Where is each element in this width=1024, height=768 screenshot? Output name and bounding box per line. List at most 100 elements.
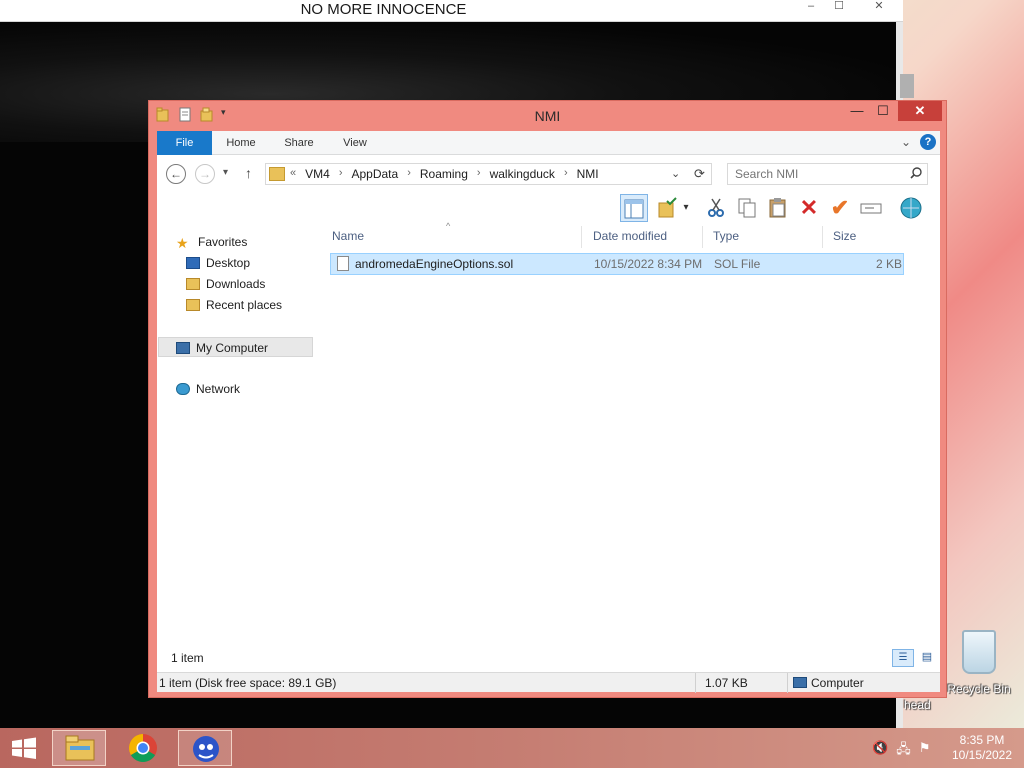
volume-muted-icon[interactable]: 🔇: [872, 740, 888, 762]
checkmark-icon[interactable]: ✔: [826, 194, 854, 222]
window-title: NMI: [534, 108, 561, 124]
sidebar-item-desktop[interactable]: Desktop: [186, 253, 250, 273]
folder-icon: [269, 167, 285, 181]
table-row[interactable]: andromedaEngineOptions.sol 10/15/2022 8:…: [330, 253, 904, 275]
cut-icon[interactable]: [702, 194, 730, 222]
expand-ribbon-icon[interactable]: ⌄: [901, 135, 911, 149]
breadcrumb-separator[interactable]: ›: [339, 167, 343, 181]
desktop-item-label[interactable]: head: [904, 698, 931, 712]
details-view-icon[interactable]: ☰: [892, 649, 914, 667]
background-scrollbar-thumb[interactable]: [900, 74, 914, 98]
navigation-pane: ★ Favorites Desktop Downloads Recent plac…: [157, 223, 317, 643]
sidebar-item-label: Downloads: [206, 277, 266, 291]
file-explorer-icon: [65, 735, 95, 761]
column-header-size[interactable]: Size: [833, 229, 856, 243]
tab-file[interactable]: File: [157, 131, 212, 155]
chevron-down-icon[interactable]: ▾: [678, 194, 694, 222]
delete-icon[interactable]: ✕: [795, 194, 823, 222]
background-window-titlebar[interactable]: NO MORE INNOCENCE – ☐ ✕: [0, 0, 903, 22]
clock-date: 10/15/2022: [951, 748, 1013, 762]
breadcrumb-appdata[interactable]: AppData: [351, 167, 398, 181]
clock-time: 8:35 PM: [959, 733, 1005, 747]
sidebar-item-label: Recent places: [206, 298, 283, 312]
status-divider: [695, 673, 696, 693]
file-date-modified: 10/15/2022 8:34 PM: [594, 257, 703, 271]
breadcrumb-separator[interactable]: ›: [564, 167, 568, 181]
column-header-name[interactable]: Name: [332, 229, 364, 243]
breadcrumb-walkingduck[interactable]: walkingduck: [490, 167, 555, 181]
sidebar-item-downloads[interactable]: Downloads: [186, 274, 265, 294]
copy-icon[interactable]: [733, 194, 761, 222]
column-divider[interactable]: [702, 226, 703, 248]
sidebar-item-my-computer[interactable]: My Computer: [158, 337, 313, 357]
maximize-button[interactable]: ☐: [870, 101, 896, 121]
close-button[interactable]: ✕: [898, 101, 942, 121]
search-icon[interactable]: [910, 167, 922, 182]
navigation-bar: ← → ▾ ↑ « VM4 › AppData › Roaming › walk…: [157, 155, 940, 193]
breadcrumb-separator[interactable]: ›: [407, 167, 411, 181]
star-icon: ★: [176, 235, 189, 251]
command-toolbar: ▾ ✕ ✔: [157, 193, 940, 223]
location-status: Computer: [793, 676, 864, 690]
address-bar[interactable]: « VM4 › AppData › Roaming › walkingduck …: [265, 163, 712, 185]
content-area: ★ Favorites Desktop Downloads Recent plac…: [157, 221, 940, 675]
preview-pane-icon[interactable]: [620, 194, 648, 222]
status-divider: [787, 673, 788, 693]
sidebar-item-label: Desktop: [206, 256, 251, 270]
recent-places-icon: [186, 299, 200, 311]
action-center-icon[interactable]: ⚑: [919, 740, 931, 762]
network-icon[interactable]: 🖧: [896, 740, 911, 762]
breadcrumb-overflow[interactable]: «: [290, 167, 296, 181]
system-tray: 🔇 🖧 ⚑: [872, 740, 930, 762]
file-type: SOL File: [714, 257, 761, 271]
recycle-bin[interactable]: Recycle Bin: [944, 630, 1014, 696]
large-icons-view-icon[interactable]: ▤: [917, 649, 937, 667]
column-divider[interactable]: [581, 226, 582, 248]
background-window-title: NO MORE INNOCENCE: [300, 1, 467, 18]
tab-view[interactable]: View: [329, 131, 381, 155]
background-minimize-button[interactable]: –: [798, 0, 824, 14]
breadcrumb-vm4[interactable]: VM4: [305, 167, 330, 181]
up-button[interactable]: ↑: [245, 165, 252, 181]
taskbar-chrome[interactable]: [116, 730, 170, 766]
help-icon[interactable]: ?: [920, 134, 936, 150]
search-box[interactable]: [727, 163, 928, 185]
taskbar-game-app[interactable]: [178, 730, 232, 766]
sidebar-item-network[interactable]: Network: [176, 379, 240, 399]
back-button[interactable]: ←: [166, 164, 186, 184]
explorer-titlebar[interactable]: ▾ NMI — ☐ ✕: [149, 101, 946, 131]
forward-button[interactable]: →: [195, 164, 215, 184]
sidebar-item-recent-places[interactable]: Recent places: [186, 295, 282, 315]
column-divider[interactable]: [822, 226, 823, 248]
paste-icon[interactable]: [764, 194, 792, 222]
clock[interactable]: 8:35 PM 10/15/2022: [940, 733, 1024, 763]
recent-locations-button[interactable]: ▾: [223, 167, 228, 178]
network-globe-icon[interactable]: [897, 194, 925, 222]
chevron-down-icon[interactable]: ⌄: [671, 167, 680, 180]
taskbar-file-explorer[interactable]: [52, 730, 106, 766]
sidebar-item-label: My Computer: [196, 341, 269, 355]
downloads-folder-icon: [186, 278, 200, 290]
breadcrumb: « VM4 › AppData › Roaming › walkingduck …: [290, 167, 599, 181]
breadcrumb-roaming[interactable]: Roaming: [420, 167, 468, 181]
background-maximize-button[interactable]: ☐: [826, 0, 852, 14]
tab-home[interactable]: Home: [215, 131, 267, 155]
ribbon-tabs: File Home Share View ⌄ ?: [157, 131, 940, 155]
sidebar-item-favorites[interactable]: ★ Favorites: [176, 232, 247, 252]
search-input[interactable]: [730, 165, 905, 183]
refresh-icon[interactable]: ⟳: [694, 166, 705, 182]
chrome-icon: [129, 734, 157, 762]
breadcrumb-separator[interactable]: ›: [477, 167, 481, 181]
column-header-type[interactable]: Type: [713, 229, 739, 243]
file-name: andromedaEngineOptions.sol: [355, 257, 514, 271]
background-close-button[interactable]: ✕: [866, 0, 892, 14]
breadcrumb-nmi[interactable]: NMI: [577, 167, 599, 181]
tab-share[interactable]: Share: [271, 131, 327, 155]
disk-free-space: 1 item (Disk free space: 89.1 GB): [159, 676, 337, 690]
minimize-button[interactable]: —: [844, 101, 870, 121]
sidebar-item-label: Favorites: [198, 235, 248, 249]
file-list: ^ Name Date modified Type Size andromeda…: [322, 221, 940, 643]
start-button[interactable]: [4, 732, 44, 764]
rename-icon[interactable]: [857, 194, 885, 222]
column-header-date-modified[interactable]: Date modified: [593, 229, 667, 243]
